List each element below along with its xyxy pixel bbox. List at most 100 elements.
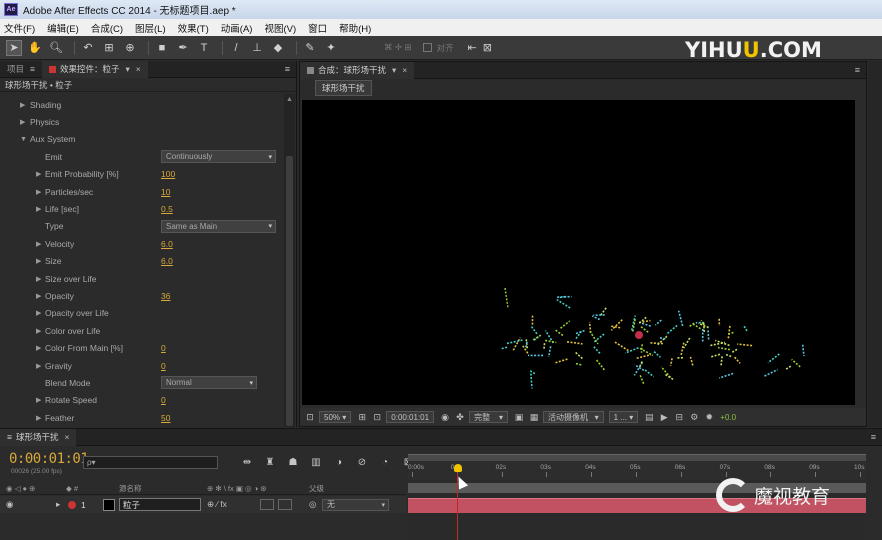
menu-file[interactable]: 文件(F) <box>4 21 35 35</box>
source-name-header[interactable]: 源名称 <box>119 483 142 494</box>
expand-triangle-icon[interactable]: ▶ <box>20 101 28 109</box>
safe-zones-icon[interactable]: ⊞ <box>356 411 368 423</box>
effect-property-row[interactable]: ▶ Velocity 6.0 <box>0 235 282 252</box>
close-icon[interactable]: × <box>402 65 407 75</box>
camera-tool-icon[interactable]: ⊞ <box>101 40 117 56</box>
expand-triangle-icon[interactable]: ▶ <box>36 205 44 213</box>
align-panel-icon[interactable]: ⇤ <box>467 41 476 54</box>
parent-pickwhip-icon[interactable]: ◎ <box>309 499 316 510</box>
roto-brush-tool-icon[interactable]: ✎ <box>302 40 318 56</box>
effect-property-row[interactable]: ▶ Opacity over Life <box>0 305 282 322</box>
timeline-current-time[interactable]: 0:00:01:01 <box>9 451 89 467</box>
menu-icon[interactable]: ≡ <box>30 64 35 74</box>
scrollbar-thumb[interactable] <box>286 156 293 426</box>
effect-property-row[interactable]: ▶ Size 6.0 <box>0 253 282 270</box>
expand-triangle-icon[interactable]: ▶ <box>36 344 44 352</box>
effect-property-row[interactable]: ▶ Gravity 0 <box>0 357 282 374</box>
graph-editor-icon[interactable]: ◔ <box>378 455 392 469</box>
align-checkbox[interactable] <box>423 43 433 52</box>
clone-stamp-tool-icon[interactable]: ⊥ <box>249 40 265 56</box>
expand-layer-icon[interactable]: ▸ <box>56 499 60 510</box>
expand-triangle-icon[interactable]: ▶ <box>36 362 44 370</box>
region-of-interest-icon[interactable]: ▣ <box>513 411 525 423</box>
property-value[interactable]: 0 <box>161 361 166 371</box>
expand-triangle-icon[interactable]: ▶ <box>36 257 44 265</box>
expand-triangle-icon[interactable]: ▶ <box>36 396 44 404</box>
tab-timeline-comp[interactable]: ≡ 球形场干扰 × <box>0 428 77 446</box>
camera-dropdown[interactable]: 活动摄像机 ▾ <box>542 411 604 423</box>
exposure-value[interactable]: +0.0 <box>720 413 736 422</box>
transparency-grid-icon[interactable]: ▦ <box>528 411 540 423</box>
effect-property-row[interactable]: ▶ Color From Main [%] 0 <box>0 340 282 357</box>
always-preview-icon[interactable]: ⊡ <box>304 411 316 423</box>
expand-triangle-icon[interactable]: ▶ <box>36 188 44 196</box>
expand-triangle-icon[interactable]: ▶ <box>36 414 44 422</box>
effect-property-row[interactable]: ▶ Rotate Speed 0 <box>0 392 282 409</box>
mask-visibility-icon[interactable]: ⊡ <box>371 411 383 423</box>
effect-property-row[interactable]: ▶ Physics <box>0 113 282 130</box>
frame-blending-icon[interactable]: ▥ <box>309 455 323 469</box>
frame-blend-switch[interactable] <box>260 499 274 510</box>
effect-property-row[interactable]: ▶ Size over Life <box>0 270 282 287</box>
brush-tool-icon[interactable]: / <box>228 40 244 56</box>
effect-property-row[interactable]: Type Same as Main ▾ <box>0 218 282 235</box>
collapse-triangle-icon[interactable]: ▼ <box>20 136 28 143</box>
effect-property-row[interactable]: ▶ Particles/sec 10 <box>0 183 282 200</box>
effect-property-row[interactable]: ▶ Shading <box>0 96 282 113</box>
property-value[interactable]: 10 <box>161 187 170 197</box>
panel-options-icon[interactable]: ≡ <box>871 432 876 442</box>
menu-help[interactable]: 帮助(H) <box>339 21 371 35</box>
parent-dropdown[interactable]: 无 ▾ <box>322 498 389 511</box>
panel-menu-icon[interactable]: ▾ <box>392 65 396 76</box>
vertical-scrollbar[interactable]: ▲ <box>284 94 295 427</box>
menu-animation[interactable]: 动画(A) <box>221 21 253 35</box>
effect-property-row[interactable]: ▶ Life [sec] 0.5 <box>0 200 282 217</box>
menu-layer[interactable]: 图层(L) <box>135 21 166 35</box>
menu-edit[interactable]: 编辑(E) <box>47 21 79 35</box>
shy-layers-icon[interactable]: ☗ <box>286 455 300 469</box>
effect-property-row[interactable]: Blend Mode Normal ▾ <box>0 374 282 391</box>
panel-options-icon[interactable]: ≡ <box>285 64 290 74</box>
layer-search-input[interactable]: ρ▾ <box>83 456 218 469</box>
expand-triangle-icon[interactable]: ▶ <box>36 309 44 317</box>
close-icon[interactable]: × <box>64 432 69 442</box>
rotate-tool-icon[interactable]: ↶ <box>80 40 96 56</box>
composition-viewer[interactable] <box>302 100 855 405</box>
tab-project[interactable]: 项目 ≡ <box>0 61 42 78</box>
menu-effect[interactable]: 效果(T) <box>178 21 209 35</box>
expand-triangle-icon[interactable]: ▶ <box>36 170 44 178</box>
lock-icon[interactable] <box>307 66 314 74</box>
brainstorm-icon[interactable]: ⊘ <box>355 455 369 469</box>
pan-behind-tool-icon[interactable]: ⊕ <box>122 40 138 56</box>
pen-tool-icon[interactable]: ✒ <box>175 40 191 56</box>
hand-tool-icon[interactable]: ✋ <box>27 40 43 56</box>
property-value[interactable]: 6.0 <box>161 256 173 266</box>
lock-icon[interactable] <box>48 65 56 73</box>
property-value[interactable]: 0 <box>161 343 166 353</box>
property-value[interactable]: 36 <box>161 291 170 301</box>
type-tool-icon[interactable]: T <box>196 40 212 56</box>
comp-breadcrumb[interactable]: 球形场干扰 <box>315 79 372 96</box>
property-value[interactable]: 0 <box>161 395 166 405</box>
timeline-menu-icon[interactable]: ≡ <box>7 432 12 442</box>
motion-blur-icon[interactable]: ◑ <box>332 455 346 469</box>
panel-options-icon[interactable]: ≡ <box>855 65 860 75</box>
flowchart-icon[interactable]: ⚙ <box>688 411 700 423</box>
close-icon[interactable]: × <box>136 64 141 74</box>
tab-effect-controls[interactable]: 效果控件：粒子 ▾ × <box>41 60 148 78</box>
layer-switches-icons[interactable]: ⊕ ⁄ fx <box>207 499 227 510</box>
effect-property-row[interactable]: ▶ Emit Probability [%] 100 <box>0 166 282 183</box>
show-channel-icon[interactable]: ✤ <box>454 411 466 423</box>
current-time-indicator[interactable] <box>454 464 462 472</box>
exposure-icon[interactable]: ✹ <box>703 411 715 423</box>
eraser-tool-icon[interactable]: ◆ <box>270 40 286 56</box>
video-toggle-icon[interactable]: ◉ <box>6 499 13 510</box>
expand-triangle-icon[interactable]: ▶ <box>36 275 44 283</box>
property-value[interactable]: 0.5 <box>161 204 173 214</box>
expand-triangle-icon[interactable]: ▶ <box>20 118 28 126</box>
resolution-dropdown[interactable]: 完整 ▾ <box>469 411 508 423</box>
property-value[interactable]: 100 <box>161 169 175 179</box>
panel-menu-icon[interactable]: ▾ <box>126 64 130 75</box>
tab-composition[interactable]: 合成：球形场干扰 ▾ × <box>300 61 415 79</box>
snapshot-icon[interactable]: ◉ <box>439 411 451 423</box>
